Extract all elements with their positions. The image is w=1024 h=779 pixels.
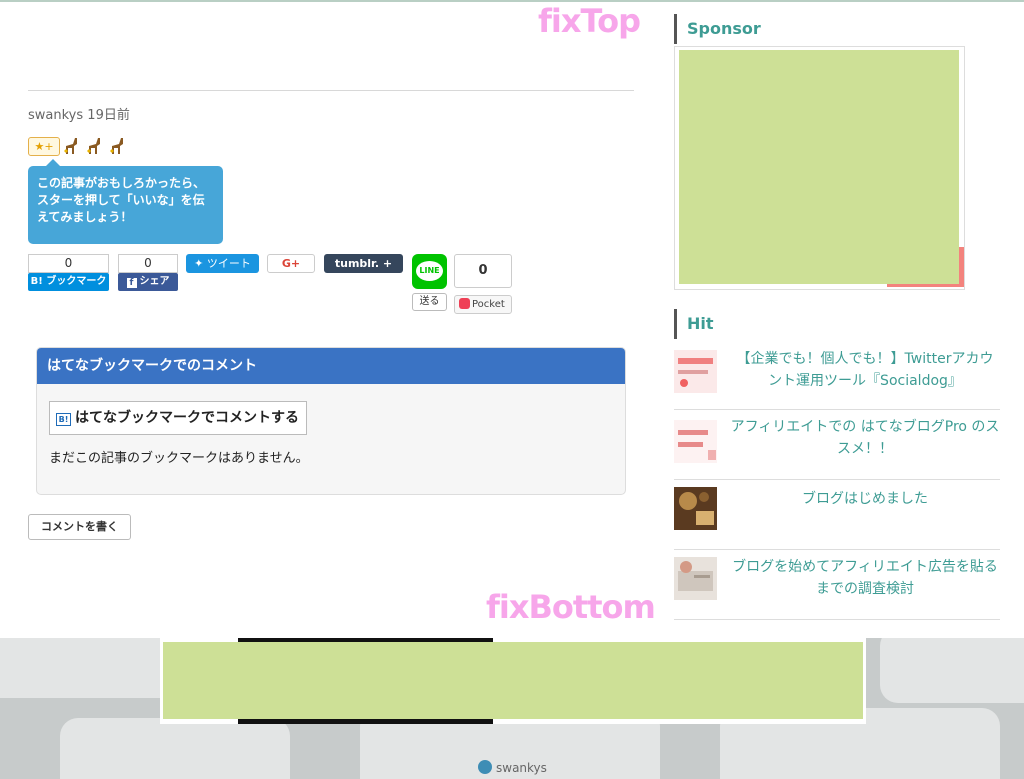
bookmark-comment-label: はてなブックマークでコメントする — [75, 410, 299, 426]
bottom-ad-banner[interactable] — [163, 642, 863, 719]
line-send-button[interactable]: 送る — [412, 293, 447, 311]
add-star-button[interactable]: ★+ — [28, 137, 60, 156]
hatena-count: 0 — [28, 254, 109, 273]
entry-author-link[interactable]: swankys — [28, 108, 83, 123]
hatena-bookmark-icon: B! — [56, 413, 71, 426]
hit-heading: Hit — [674, 309, 714, 339]
hit-item-title[interactable]: ブログはじめました — [730, 488, 1000, 510]
bookmark-comment-button[interactable]: B! はてなブックマークでコメントする — [49, 401, 307, 435]
twitter-bird-icon: ✦ — [194, 257, 207, 270]
star-tooltip: この記事がおもしろかったら、スターを押して「いいな」を伝えてみましょう！ — [28, 159, 223, 244]
tweet-button[interactable]: ✦ ツイート — [186, 254, 259, 273]
swankys-avatar-icon — [478, 760, 492, 774]
tweet-label: ツイート — [206, 257, 251, 270]
hit-list-item[interactable]: アフィリエイトでの はてなブログPro のススメ！！ — [674, 410, 1000, 480]
entry-time: 19日前 — [87, 108, 130, 123]
line-logo-text: LINE — [416, 261, 443, 281]
top-divider — [0, 0, 1024, 2]
sponsor-ad[interactable] — [674, 46, 965, 290]
pocket-label: Pocket — [472, 299, 505, 310]
sponsor-ad-banner[interactable] — [679, 50, 959, 284]
tumblr-button[interactable]: tumblr. + — [324, 254, 403, 273]
footer-keyboard-background: swankys — [0, 638, 1024, 779]
pocket-count: 0 — [454, 254, 512, 288]
hatena-pro-thumbnail-icon — [674, 420, 717, 463]
star-user-icon[interactable] — [109, 136, 127, 158]
socialdog-thumbnail-icon — [674, 350, 717, 393]
hit-item-title[interactable]: 【企業でも！個人でも！】Twitterアカウント運用ツール『Socialdog』 — [730, 348, 1000, 392]
entry-meta: swankys 19日前 — [28, 104, 130, 123]
hit-list-item[interactable]: ブログを始めてアフィリエイト広告を貼るまでの調査検討 — [674, 550, 1000, 620]
blog-start-thumbnail-icon — [674, 487, 717, 530]
footer-brand[interactable]: swankys — [478, 760, 547, 775]
write-comment-button[interactable]: コメントを書く — [28, 514, 131, 540]
entry-divider — [28, 90, 634, 91]
bookmark-comments-panel: はてなブックマークでのコメント B! はてなブックマークでコメントする まだこの記… — [36, 347, 626, 495]
fix-top-marker: fixTop — [538, 2, 641, 40]
facebook-count: 0 — [118, 254, 178, 273]
keyboard-key — [60, 718, 290, 779]
hit-list-item[interactable]: 【企業でも！個人でも！】Twitterアカウント運用ツール『Socialdog』 — [674, 340, 1000, 410]
star-user-icon[interactable] — [86, 136, 104, 158]
no-bookmarks-message: まだこの記事のブックマークはありません。 — [49, 451, 309, 466]
fix-bottom-marker: fixBottom — [486, 588, 656, 626]
hatena-bookmark-button[interactable]: B! ブックマーク — [28, 273, 109, 291]
pocket-button[interactable]: Pocket — [454, 295, 512, 314]
sponsor-heading: Sponsor — [674, 14, 761, 44]
facebook-share-label: シェア — [139, 276, 170, 287]
line-share-icon[interactable]: LINE — [412, 254, 447, 289]
google-plus-button[interactable]: G+ — [267, 254, 315, 273]
hit-item-title[interactable]: アフィリエイトでの はてなブログPro のススメ！！ — [730, 416, 1000, 460]
bookmark-comments-title: はてなブックマークでのコメント — [37, 348, 625, 384]
keyboard-key — [880, 638, 1024, 703]
star-user-icon[interactable] — [63, 136, 81, 158]
affiliate-thumbnail-icon — [674, 557, 717, 600]
facebook-share-button[interactable]: f シェア — [118, 273, 178, 291]
hit-item-title[interactable]: ブログを始めてアフィリエイト広告を貼るまでの調査検討 — [730, 556, 1000, 600]
footer-brand-label: swankys — [496, 761, 547, 775]
pocket-icon — [459, 298, 470, 309]
facebook-icon: f — [126, 278, 137, 288]
hit-list-item[interactable]: ブログはじめました — [674, 480, 1000, 550]
